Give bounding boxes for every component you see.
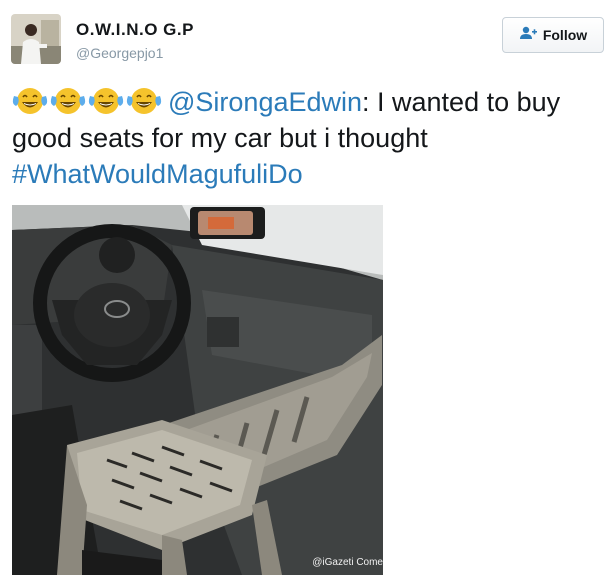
- follow-button[interactable]: Follow: [502, 17, 604, 53]
- tweet-text: @SirongaEdwin: I wanted to buy good seat…: [12, 84, 602, 192]
- face-with-tears-of-joy-icon: [88, 88, 124, 114]
- mention-link[interactable]: @SirongaEdwin: [168, 87, 362, 117]
- face-with-tears-of-joy-icon: [126, 88, 162, 114]
- car-interior-image: [12, 205, 383, 575]
- add-user-icon: [519, 26, 537, 45]
- emoji-group: [12, 86, 162, 116]
- tweet-card: O.W.I.N.O G.P @Georgepjo1 Follow @Sirong…: [0, 0, 616, 580]
- avatar[interactable]: [11, 14, 61, 64]
- user-handle[interactable]: @Georgepjo1: [76, 45, 163, 61]
- photo-watermark: @iGazeti Come: [312, 557, 383, 568]
- face-with-tears-of-joy-icon: [12, 88, 48, 114]
- tweet-photo[interactable]: @iGazeti Come: [12, 205, 383, 575]
- face-with-tears-of-joy-icon: [50, 88, 86, 114]
- display-name[interactable]: O.W.I.N.O G.P: [76, 20, 194, 40]
- follow-button-label: Follow: [542, 27, 588, 43]
- hashtag-link[interactable]: #WhatWouldMagufuliDo: [12, 159, 303, 189]
